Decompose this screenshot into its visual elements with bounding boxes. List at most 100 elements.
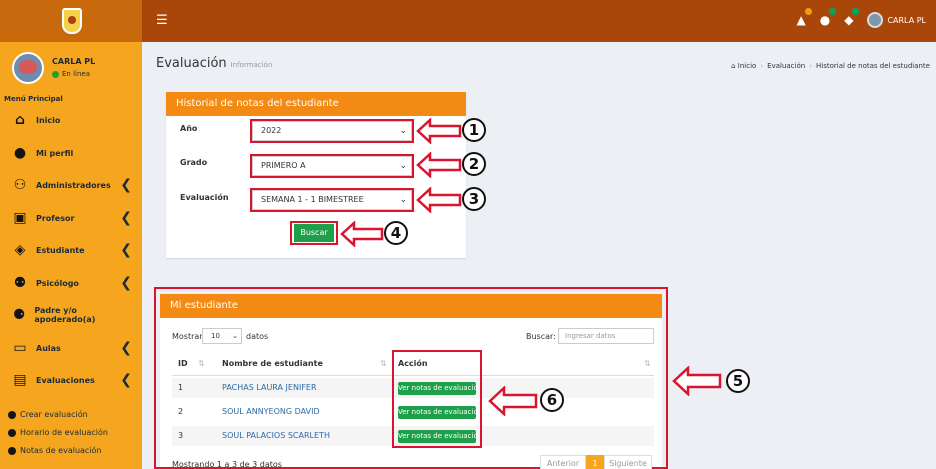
year-label: Año xyxy=(180,124,198,133)
show-suffix: datos xyxy=(246,332,269,341)
sidebar-item-aulas[interactable]: ▭ Aulas ❮ xyxy=(10,338,132,358)
sidebar-item-label: Inicio xyxy=(36,115,61,125)
sidebar-item-mi-perfil[interactable]: ● Mi perfil xyxy=(10,143,132,163)
col-name[interactable]: Nombre de estudiante xyxy=(222,359,323,368)
annotation-number-6: 6 xyxy=(540,388,564,412)
sidebar-subitem-label: Notas de evaluación xyxy=(20,446,102,455)
sidebar-item-padre-y-o-apoderado-a[interactable]: ⚈ Padre y/o apoderado(a) xyxy=(10,305,132,325)
sidebar-item-profesor[interactable]: ▣ Profesor ❮ xyxy=(10,208,132,228)
annotation-arrow-6 xyxy=(488,386,538,416)
sidebar-user-name: CARLA PL xyxy=(52,57,96,66)
logo-area[interactable] xyxy=(0,0,142,42)
highlight-action-column xyxy=(392,350,482,448)
sidebar-subitem[interactable]: Horario de evaluación xyxy=(8,428,108,437)
highlight-search xyxy=(290,221,338,245)
chevron-left-icon: ❮ xyxy=(120,275,132,291)
breadcrumb-home[interactable]: Inicio xyxy=(738,62,757,70)
pagination-prev[interactable]: Anterior xyxy=(540,455,586,469)
annotation-arrow-4 xyxy=(340,221,384,247)
sidebar-item-label: Mi perfil xyxy=(36,148,74,158)
breadcrumb-evaluacion[interactable]: Evaluación xyxy=(767,62,805,70)
sidebar-item-label: Estudiante xyxy=(36,245,85,255)
sidebar-subitem[interactable]: Notas de evaluación xyxy=(8,446,102,455)
show-label: Mostrar xyxy=(172,332,203,341)
sort-icon[interactable]: ⇅ xyxy=(644,359,651,368)
home-icon: ⌂ xyxy=(731,62,736,70)
page-size-value: 10 xyxy=(211,332,220,340)
annotation-number-2: 2 xyxy=(462,152,486,176)
users-icon: ⚇ xyxy=(13,177,27,193)
annotation-number-5: 5 xyxy=(726,369,750,393)
sidebar-item-administradores[interactable]: ⚇ Administradores ❮ xyxy=(10,175,132,195)
chevron-down-icon: ⌄ xyxy=(232,332,238,340)
grade-label: Grado xyxy=(180,158,208,167)
menu-header: Menú Principal xyxy=(4,95,63,103)
pagination-next[interactable]: Siguiente xyxy=(604,455,652,469)
hamburger-menu-icon[interactable]: ☰ xyxy=(156,13,168,28)
chevron-left-icon: ❮ xyxy=(120,177,132,193)
users-notification-icon[interactable]: ● xyxy=(820,8,837,27)
annotation-number-4: 4 xyxy=(384,221,408,245)
notifications-bell-icon[interactable]: ▲ xyxy=(796,8,812,27)
chevron-left-icon: ❮ xyxy=(120,210,132,226)
chevron-left-icon: ❮ xyxy=(120,340,132,356)
breadcrumb: ⌂ Inicio › Evaluación › Historial de notas d… xyxy=(731,62,930,70)
top-icons: ▲ ● ◆ CARLA PL xyxy=(796,8,926,28)
user-avatar xyxy=(12,52,44,84)
sidebar-item-evaluaciones[interactable]: ▤ Evaluaciones ❮ xyxy=(10,370,132,390)
sort-icon[interactable]: ⇅ xyxy=(380,359,387,368)
teacher-icon: ▣ xyxy=(13,210,27,226)
page-title-text: Evaluación xyxy=(156,56,227,71)
home-icon: ⌂ xyxy=(14,112,26,128)
sidebar-item-inicio[interactable]: ⌂ Inicio xyxy=(10,110,132,130)
sidebar-item-label: Padre y/o apoderado(a) xyxy=(34,306,96,324)
top-navbar: ☰ ▲ ● ◆ CARLA PL xyxy=(0,0,936,42)
page-title: Evaluación Información xyxy=(156,56,272,71)
sidebar-item-estudiante[interactable]: ◈ Estudiante ❮ xyxy=(10,240,132,260)
sidebar-subitem-label: Crear evaluación xyxy=(20,410,88,419)
row-id: 1 xyxy=(178,383,184,392)
circle-icon xyxy=(8,428,16,437)
messages-icon[interactable]: ◆ xyxy=(844,8,860,27)
user-status-label: En línea xyxy=(62,70,91,78)
top-avatar xyxy=(867,12,884,28)
user-status: En línea xyxy=(52,70,90,78)
annotation-number-1: 1 xyxy=(462,118,486,142)
filter-box-title: Historial de notas del estudiante xyxy=(166,92,466,116)
annotation-arrow-3 xyxy=(416,187,462,213)
sidebar-item-label: Profesor xyxy=(36,213,75,223)
sidebar-item-label: Aulas xyxy=(36,343,61,353)
student-name-link[interactable]: SOUL PALACIOS SCARLETH xyxy=(222,431,330,440)
search-label: Buscar: xyxy=(526,332,556,341)
sidebar-subitem[interactable]: Crear evaluación xyxy=(8,410,88,419)
chevron-left-icon: ❮ xyxy=(120,242,132,258)
sidebar-item-label: Evaluaciones xyxy=(36,375,95,385)
user-icon: ● xyxy=(13,145,27,161)
sidebar-item-psic-logo[interactable]: ⚉ Psicólogo ❮ xyxy=(10,273,132,293)
highlight-evaluation xyxy=(250,188,414,212)
user-menu[interactable]: CARLA PL xyxy=(867,12,926,28)
search-input[interactable]: Ingresar datos xyxy=(558,328,654,344)
page-subtitle: Información xyxy=(230,61,273,69)
annotation-number-3: 3 xyxy=(462,187,486,211)
pagination-current[interactable]: 1 xyxy=(586,455,604,469)
student-name-link[interactable]: PACHAS LAURA JENIFER xyxy=(222,383,317,392)
chevron-left-icon: ❮ xyxy=(120,372,132,388)
table-info: Mostrando 1 a 3 de 3 datos xyxy=(172,460,282,469)
student-icon: ◈ xyxy=(14,242,26,258)
highlight-year xyxy=(250,119,414,143)
family-icon: ⚈ xyxy=(12,307,26,323)
col-id[interactable]: ID xyxy=(178,359,188,368)
classroom-icon: ▭ xyxy=(13,340,27,356)
sidebar-subitem-label: Horario de evaluación xyxy=(20,428,108,437)
evaluations-icon: ▤ xyxy=(13,372,27,388)
student-name-link[interactable]: SOUL ANNYEONG DAVID xyxy=(222,407,320,416)
circle-icon xyxy=(8,410,16,419)
sidebar-item-label: Administradores xyxy=(36,180,111,190)
sort-icon[interactable]: ⇅ xyxy=(198,359,205,368)
sidebar: CARLA PL En línea Menú Principal ⌂ Inicio… xyxy=(0,42,142,469)
page-size-select[interactable]: 10 ⌄ xyxy=(202,328,242,344)
row-id: 3 xyxy=(178,431,184,440)
online-status-icon xyxy=(52,70,59,78)
annotation-arrow-2 xyxy=(416,152,462,178)
